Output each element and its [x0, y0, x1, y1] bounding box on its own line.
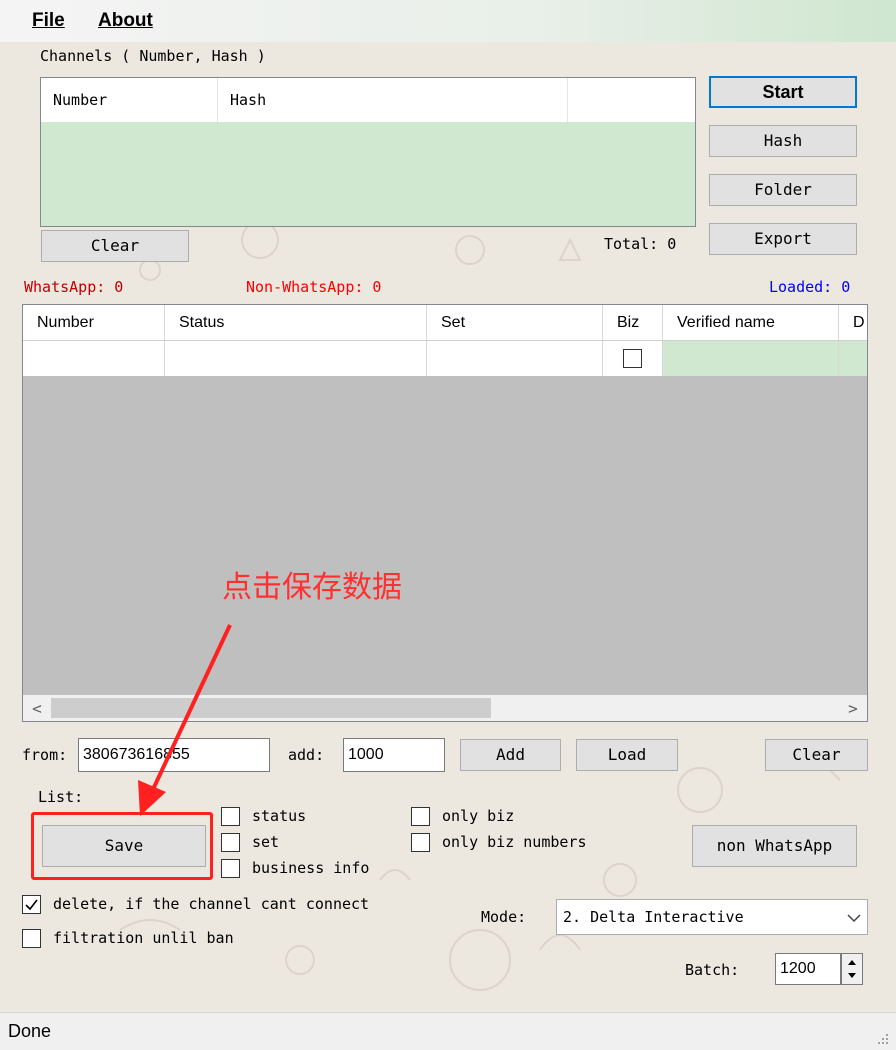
batch-input[interactable]: 1200 — [775, 953, 841, 985]
grid-new-row[interactable] — [23, 341, 867, 376]
channels-clear-button[interactable]: Clear — [41, 230, 189, 262]
grid-cell-verified-name[interactable] — [663, 341, 839, 376]
add-label: add: — [288, 746, 325, 764]
range-clear-button[interactable]: Clear — [765, 739, 868, 771]
grid-header: Number Status Set Biz Verified name D — [23, 305, 867, 341]
grid-cell-status[interactable] — [165, 341, 427, 376]
only-biz-numbers-checkbox[interactable] — [411, 833, 430, 852]
from-label: from: — [22, 746, 68, 764]
channels-col-number[interactable]: Number — [41, 78, 218, 122]
channels-listview[interactable]: Number Hash — [40, 77, 696, 227]
grid-col-verified-name[interactable]: Verified name — [663, 305, 839, 340]
delete-checkbox-label: delete, if the channel cant connect — [53, 895, 370, 913]
annotation-text: 点击保存数据 — [222, 570, 402, 605]
mode-select-value: 2. Delta Interactive — [563, 908, 744, 926]
scroll-thumb[interactable] — [51, 698, 491, 718]
channels-col-empty — [568, 78, 695, 122]
grid-cell-d[interactable] — [839, 341, 867, 376]
grid-cell-number[interactable] — [23, 341, 165, 376]
channels-group-label: Channels ( Number, Hash ) — [40, 47, 266, 65]
load-button[interactable]: Load — [576, 739, 678, 771]
business-info-checkbox-label: business info — [252, 859, 370, 877]
hash-button[interactable]: Hash — [709, 125, 857, 157]
batch-spinner[interactable] — [841, 953, 863, 985]
check-icon — [25, 899, 38, 911]
non-whatsapp-counter: Non-WhatsApp: 0 — [246, 278, 382, 296]
add-button[interactable]: Add — [460, 739, 561, 771]
filtration-checkbox-label: filtration unlil ban — [53, 929, 234, 947]
only-biz-numbers-checkbox-label: only biz numbers — [442, 833, 587, 851]
list-label: List: — [38, 788, 84, 806]
status-bar: Done — [0, 1012, 896, 1050]
grid-col-status[interactable]: Status — [165, 305, 427, 340]
loaded-counter: Loaded: 0 — [769, 278, 851, 296]
mode-label: Mode: — [481, 908, 527, 926]
biz-checkbox[interactable] — [623, 349, 642, 368]
non-whatsapp-button[interactable]: non WhatsApp — [692, 825, 857, 867]
grid-col-d[interactable]: D — [839, 305, 867, 340]
grid-cell-set[interactable] — [427, 341, 603, 376]
batch-label: Batch: — [685, 961, 740, 979]
export-button[interactable]: Export — [709, 223, 857, 255]
spin-up-icon[interactable] — [847, 958, 857, 966]
mode-select[interactable]: 2. Delta Interactive — [556, 899, 868, 935]
start-button[interactable]: Start — [709, 76, 857, 108]
add-input[interactable]: 1000 — [343, 738, 445, 772]
only-biz-checkbox-label: only biz — [442, 807, 515, 825]
business-info-checkbox[interactable] — [221, 859, 240, 878]
channels-header: Number Hash — [41, 78, 695, 122]
menu-file[interactable]: File — [32, 10, 65, 32]
filtration-checkbox[interactable] — [22, 929, 41, 948]
spin-down-icon[interactable] — [847, 972, 857, 980]
grid-col-set[interactable]: Set — [427, 305, 603, 340]
scroll-right-icon[interactable]: > — [841, 697, 865, 719]
scroll-left-icon[interactable]: < — [25, 697, 49, 719]
annotation-arrow-icon — [138, 624, 232, 816]
grid-cell-biz[interactable] — [603, 341, 663, 376]
grid-col-biz[interactable]: Biz — [603, 305, 663, 340]
whatsapp-counter: WhatsApp: 0 — [24, 278, 124, 296]
only-biz-checkbox[interactable] — [411, 807, 430, 826]
status-checkbox-label: status — [252, 807, 307, 825]
resize-grip-icon[interactable] — [874, 1030, 890, 1046]
folder-button[interactable]: Folder — [709, 174, 857, 206]
set-checkbox[interactable] — [221, 833, 240, 852]
total-label: Total: 0 — [604, 235, 677, 253]
channels-col-hash[interactable]: Hash — [218, 78, 568, 122]
status-text: Done — [8, 1021, 52, 1041]
save-highlight-box — [31, 812, 213, 880]
menu-about[interactable]: About — [98, 10, 153, 32]
chevron-down-icon[interactable] — [847, 913, 861, 923]
set-checkbox-label: set — [252, 833, 280, 851]
grid-col-number[interactable]: Number — [23, 305, 165, 340]
delete-checkbox[interactable] — [22, 895, 41, 914]
